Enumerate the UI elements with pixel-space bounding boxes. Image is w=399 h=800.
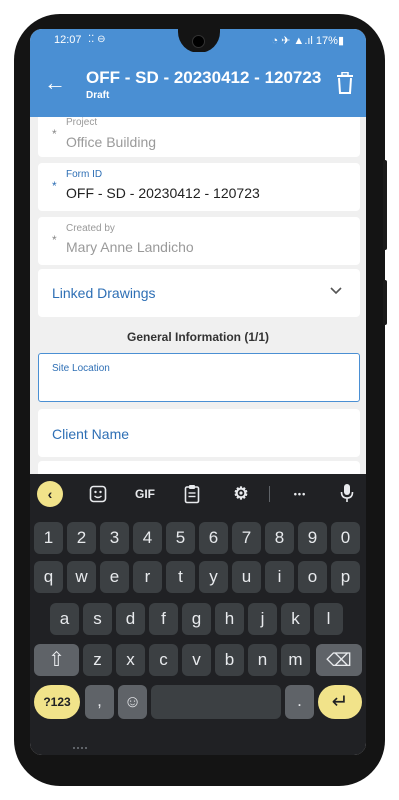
emoji-key[interactable]: ☺ xyxy=(118,685,147,719)
key-8[interactable]: 8 xyxy=(265,522,294,554)
trash-icon[interactable] xyxy=(336,72,354,94)
nav-keyboard-hide-icon[interactable] xyxy=(72,745,90,751)
more-options-icon[interactable]: ••• xyxy=(286,483,314,505)
linked-drawings-label: Linked Drawings xyxy=(52,285,156,301)
key-w[interactable]: w xyxy=(67,561,96,593)
shift-key[interactable]: ⇧ xyxy=(34,644,79,676)
key-r[interactable]: r xyxy=(133,561,162,593)
project-field: * Project Office Building xyxy=(38,117,360,157)
sticker-icon[interactable] xyxy=(89,485,107,503)
key-x[interactable]: x xyxy=(116,644,145,676)
key-4[interactable]: 4 xyxy=(133,522,162,554)
power-button xyxy=(383,160,387,250)
keyboard-collapse-icon[interactable]: ‹ xyxy=(37,481,63,507)
page-subtitle: Draft xyxy=(86,90,110,101)
page-title: OFF - SD - 20230412 - 120723 xyxy=(86,68,322,87)
settings-gear-icon[interactable]: ⚙ xyxy=(229,483,253,505)
form-id-field[interactable]: * Form ID OFF - SD - 20230412 - 120723 xyxy=(38,163,360,211)
microphone-icon[interactable] xyxy=(340,483,354,504)
key-1[interactable]: 1 xyxy=(34,522,63,554)
key-3[interactable]: 3 xyxy=(100,522,129,554)
required-marker: * xyxy=(52,233,57,247)
space-bar[interactable] xyxy=(151,685,281,719)
key-u[interactable]: u xyxy=(232,561,261,593)
key-0[interactable]: 0 xyxy=(331,522,360,554)
key-m[interactable]: m xyxy=(281,644,310,676)
key-i[interactable]: i xyxy=(265,561,294,593)
key-c[interactable]: c xyxy=(149,644,178,676)
created-by-value: Mary Anne Landicho xyxy=(66,239,194,255)
client-name-label: Client Name xyxy=(52,426,130,442)
status-time: 12:07 xyxy=(54,34,82,46)
required-marker: * xyxy=(52,179,57,193)
created-by-field: * Created by Mary Anne Landicho xyxy=(38,217,360,265)
client-name-field[interactable]: Client Name xyxy=(38,409,360,457)
key-6[interactable]: 6 xyxy=(199,522,228,554)
screen: 12:07 ⁚⁚ ⊖ ◔ ✈ ▲.ıl 17%▮ ← OFF - SD - 20… xyxy=(30,29,366,755)
status-system-icons: ◔ ✈ ▲.ıl 17%▮ xyxy=(271,35,344,47)
key-o[interactable]: o xyxy=(298,561,327,593)
key-q[interactable]: q xyxy=(34,561,63,593)
app-bar: ← OFF - SD - 20230412 - 120723 Draft xyxy=(30,52,366,117)
key-g[interactable]: g xyxy=(182,603,211,635)
project-value: Office Building xyxy=(66,134,157,150)
symbols-key[interactable]: ?123 xyxy=(34,685,80,719)
key-s[interactable]: s xyxy=(83,603,112,635)
form-id-label: Form ID xyxy=(66,169,103,180)
form-id-value: OFF - SD - 20230412 - 120723 xyxy=(66,185,260,201)
key-j[interactable]: j xyxy=(248,603,277,635)
comma-key[interactable]: , xyxy=(85,685,114,719)
site-location-input[interactable]: Site Location xyxy=(38,353,360,402)
created-by-label: Created by xyxy=(66,223,115,234)
key-5[interactable]: 5 xyxy=(166,522,195,554)
key-f[interactable]: f xyxy=(149,603,178,635)
key-k[interactable]: k xyxy=(281,603,310,635)
chevron-down-icon[interactable] xyxy=(330,287,342,295)
key-9[interactable]: 9 xyxy=(298,522,327,554)
key-l[interactable]: l xyxy=(314,603,343,635)
gif-button[interactable]: GIF xyxy=(130,483,160,505)
key-t[interactable]: t xyxy=(166,561,195,593)
key-z[interactable]: z xyxy=(83,644,112,676)
status-notification-icons: ⁚⁚ ⊖ xyxy=(88,34,106,45)
backspace-key[interactable]: ⌫ xyxy=(316,644,362,676)
key-n[interactable]: n xyxy=(248,644,277,676)
enter-key[interactable]: ↵ xyxy=(318,685,362,719)
toolbar-divider xyxy=(269,486,270,502)
key-b[interactable]: b xyxy=(215,644,244,676)
linked-drawings-section[interactable]: Linked Drawings xyxy=(38,269,360,317)
period-key[interactable]: . xyxy=(285,685,314,719)
required-marker: * xyxy=(52,127,57,141)
key-2[interactable]: 2 xyxy=(67,522,96,554)
key-v[interactable]: v xyxy=(182,644,211,676)
front-camera xyxy=(192,35,205,48)
clipboard-icon[interactable] xyxy=(184,484,200,504)
key-y[interactable]: y xyxy=(199,561,228,593)
site-location-label: Site Location xyxy=(52,363,110,374)
general-information-header: General Information (1/1) xyxy=(126,330,270,344)
key-a[interactable]: a xyxy=(50,603,79,635)
project-label: Project xyxy=(66,117,98,128)
key-h[interactable]: h xyxy=(215,603,244,635)
key-d[interactable]: d xyxy=(116,603,145,635)
key-p[interactable]: p xyxy=(331,561,360,593)
on-screen-keyboard: ‹ GIF ⚙ ••• 1 2 3 4 5 6 7 8 9 0 q w e r … xyxy=(30,474,366,755)
key-e[interactable]: e xyxy=(100,561,129,593)
keyboard-toolbar: ‹ GIF ⚙ ••• xyxy=(30,474,366,514)
volume-button xyxy=(383,280,387,325)
back-arrow-icon[interactable]: ← xyxy=(44,70,66,96)
key-7[interactable]: 7 xyxy=(232,522,261,554)
